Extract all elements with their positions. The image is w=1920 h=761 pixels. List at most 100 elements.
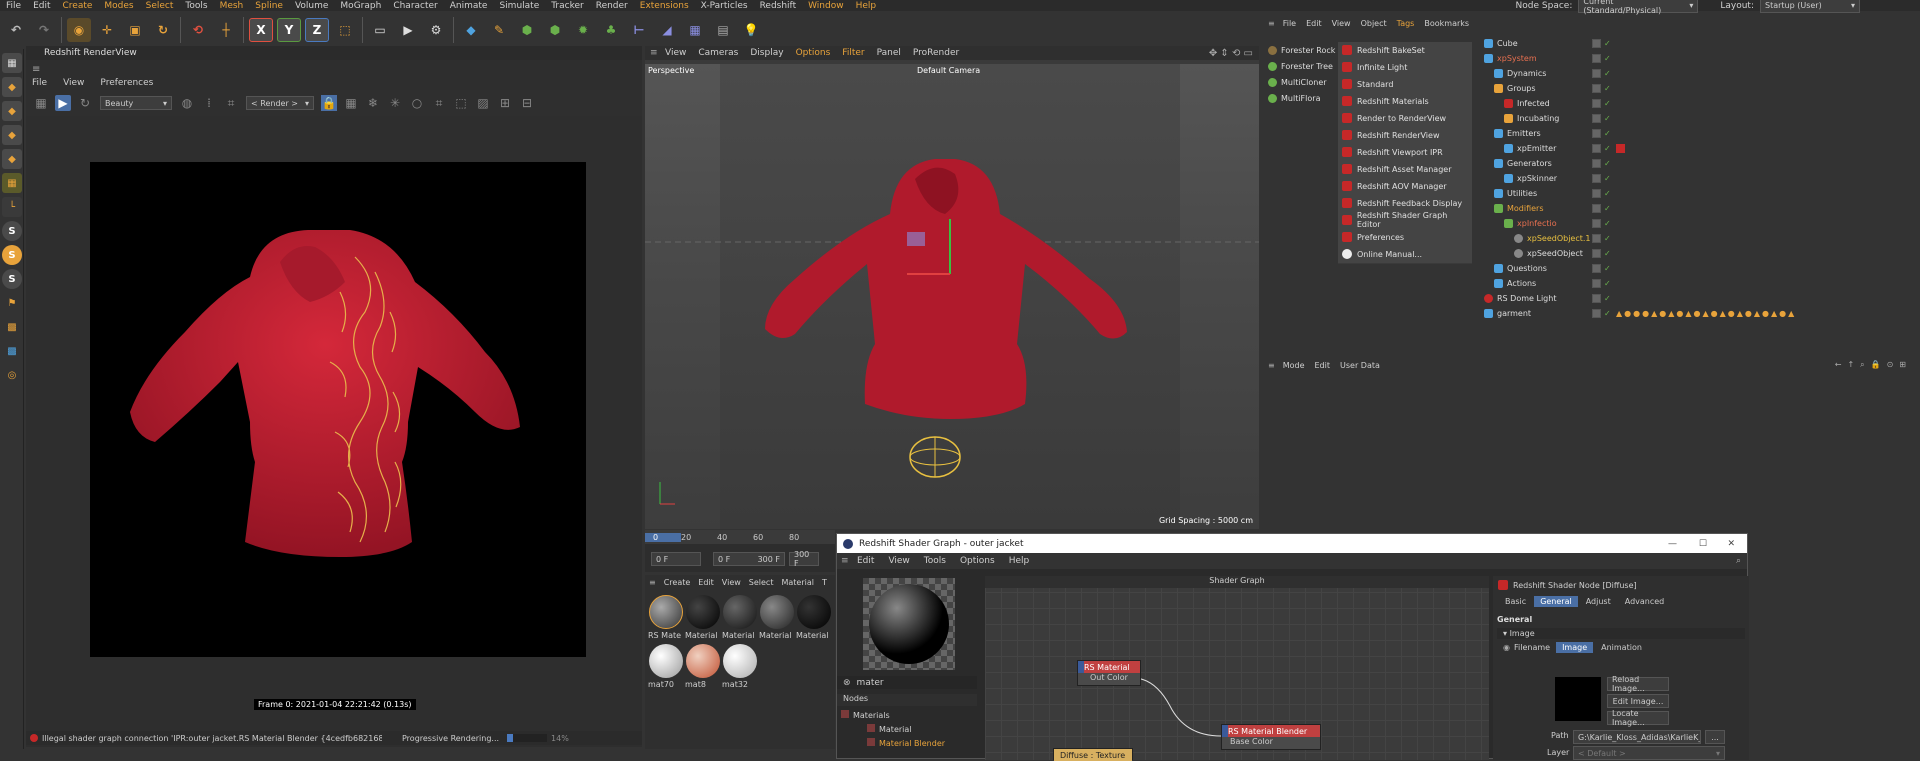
material-swatch[interactable] [649,644,683,678]
sg-menu-tools[interactable]: Tools [924,556,946,566]
snap-s3-button[interactable]: S [2,269,22,289]
crop-icon[interactable]: ⌗ [223,95,239,111]
am-menu-userdata[interactable]: User Data [1340,361,1380,370]
image-icon[interactable]: ▨ [475,95,491,111]
tree-row[interactable]: Materials [841,710,890,720]
browse-button[interactable]: ... [1705,730,1725,744]
lock-icon[interactable]: 🔒 [321,95,337,111]
menu-tools[interactable]: Tools [179,1,213,11]
tab-image[interactable]: Image [1556,642,1594,653]
vp-menu-view[interactable]: View [665,48,686,58]
menu-animate[interactable]: Animate [444,1,494,11]
minimize-icon[interactable]: — [1668,539,1677,549]
om-menu-edit[interactable]: Edit [1306,19,1322,28]
hamburger-icon[interactable]: ≡ [650,48,658,58]
polygons-mode-icon[interactable]: ▦ [2,173,22,193]
tree-row[interactable]: Actions ✓ [1478,276,1920,291]
snowflake-alt-icon[interactable]: ✳ [387,95,403,111]
sg-menu-options[interactable]: Options [960,556,995,566]
mm-menu-view[interactable]: View [722,578,741,587]
menu-select[interactable]: Select [140,1,180,11]
grid-icon[interactable]: ⁞ [201,95,217,111]
menu-spline[interactable]: Spline [249,1,289,11]
snap-s-button[interactable]: S [2,221,22,241]
om-menu-object[interactable]: Object [1361,19,1387,28]
tree-row[interactable]: xpEmitter ✓ [1478,141,1920,156]
tree-row[interactable]: Material Blender [867,738,945,748]
vp-menu-panel[interactable]: Panel [877,48,901,58]
path-field[interactable]: G:\Karlie_Kloss_Adidas\KarlieK_Ac [1573,730,1701,744]
compare-icon[interactable]: ⊟ [519,95,535,111]
region-icon[interactable]: ⬚ [453,95,469,111]
paint-icon[interactable]: ⚑ [2,293,22,313]
material-swatch[interactable] [649,595,683,629]
menu-character[interactable]: Character [387,1,443,11]
make-editable-icon[interactable]: ▦ [2,53,22,73]
vp-menu-display[interactable]: Display [750,48,783,58]
rotate-icon[interactable]: ↻ [151,18,175,42]
material-swatch[interactable] [760,595,794,629]
film-icon[interactable]: ▦ [33,95,49,111]
sg-menu-view[interactable]: View [888,556,909,566]
om-menu-view[interactable]: View [1332,19,1351,28]
render-view-icon[interactable]: ▶ [396,18,420,42]
snapshot-icon[interactable]: ◍ [179,95,195,111]
points-mode-icon[interactable]: ◆ [2,125,22,145]
reload-image-button[interactable]: Reload Image... [1607,675,1669,693]
mm-menu-t[interactable]: T [822,578,827,587]
menu-mograph[interactable]: MoGraph [334,1,387,11]
axis-y-button[interactable]: Y [277,18,301,42]
mm-menu-create[interactable]: Create [664,578,691,587]
menu-create[interactable]: Create [57,1,99,11]
menu-item[interactable]: Standard [1338,76,1472,93]
tree-row[interactable]: Utilities ✓ [1478,186,1920,201]
menu-item[interactable]: Render to RenderView [1338,110,1472,127]
axis-x-button[interactable]: X [249,18,273,42]
edit-image-button[interactable]: Edit Image... [1607,694,1669,708]
tree-row[interactable]: Material [867,724,912,734]
field-icon[interactable]: ◢ [655,18,679,42]
om-menu-bookmarks[interactable]: Bookmarks [1424,19,1469,28]
list-item[interactable]: Forester Tree [1268,58,1338,74]
move-icon[interactable]: ✛ [95,18,119,42]
rv-menu-file[interactable]: File [32,78,47,88]
am-menu-edit[interactable]: Edit [1315,361,1331,370]
menu-redshift[interactable]: Redshift [754,1,803,11]
rv-menu-preferences[interactable]: Preferences [100,78,153,88]
node-rs-material[interactable]: RS Material Out Color [1077,660,1141,686]
menu-help[interactable]: Help [850,1,883,11]
tree-row[interactable]: RS Dome Light ✓ [1478,291,1920,306]
light-icon[interactable]: 💡 [739,18,763,42]
redo-icon[interactable]: ↷ [32,18,56,42]
array-icon[interactable]: ⬢ [543,18,567,42]
vp-menu-cameras[interactable]: Cameras [698,48,738,58]
aov-dropdown[interactable]: Beauty ▾ [100,96,172,110]
menu-item[interactable]: Redshift Viewport IPR [1338,144,1472,161]
tree-row[interactable]: Generators ✓ [1478,156,1920,171]
menu-item[interactable]: Redshift RenderView [1338,127,1472,144]
menu-item[interactable]: Redshift Shader Graph Editor [1338,211,1472,229]
rv-menu-view[interactable]: View [63,78,84,88]
tree-row[interactable]: xpInfectio ✓ [1478,216,1920,231]
tree-row[interactable]: Cube ✓ [1478,36,1920,51]
mm-menu-edit[interactable]: Edit [698,578,714,587]
menu-item[interactable]: Redshift Materials [1338,93,1472,110]
tree-row[interactable]: xpSkinner ✓ [1478,171,1920,186]
tree-row[interactable]: Incubating ✓ [1478,111,1920,126]
model-mode-icon[interactable]: ◆ [2,77,22,97]
tab-adjust[interactable]: Adjust [1580,596,1617,607]
menu-edit[interactable]: Edit [27,1,56,11]
tab-basic[interactable]: Basic [1499,596,1532,607]
menu-tracker[interactable]: Tracker [545,1,589,11]
search-icon[interactable]: ⌕ [1736,556,1741,566]
menu-item[interactable]: Redshift BakeSet [1338,42,1472,59]
hamburger-icon[interactable]: ≡ [649,578,656,587]
axis-mode-icon[interactable]: └ [2,197,22,217]
scale-icon[interactable]: ▣ [123,18,147,42]
menu-item[interactable]: Redshift Asset Manager [1338,161,1472,178]
material-swatch[interactable] [723,644,757,678]
redshift-tag-icon[interactable] [1616,144,1625,153]
menu-file[interactable]: File [0,1,27,11]
timeline-ruler[interactable]: 0 20 40 60 80 [645,530,835,544]
layout-dropdown[interactable]: Startup (User) ▾ [1760,0,1860,13]
